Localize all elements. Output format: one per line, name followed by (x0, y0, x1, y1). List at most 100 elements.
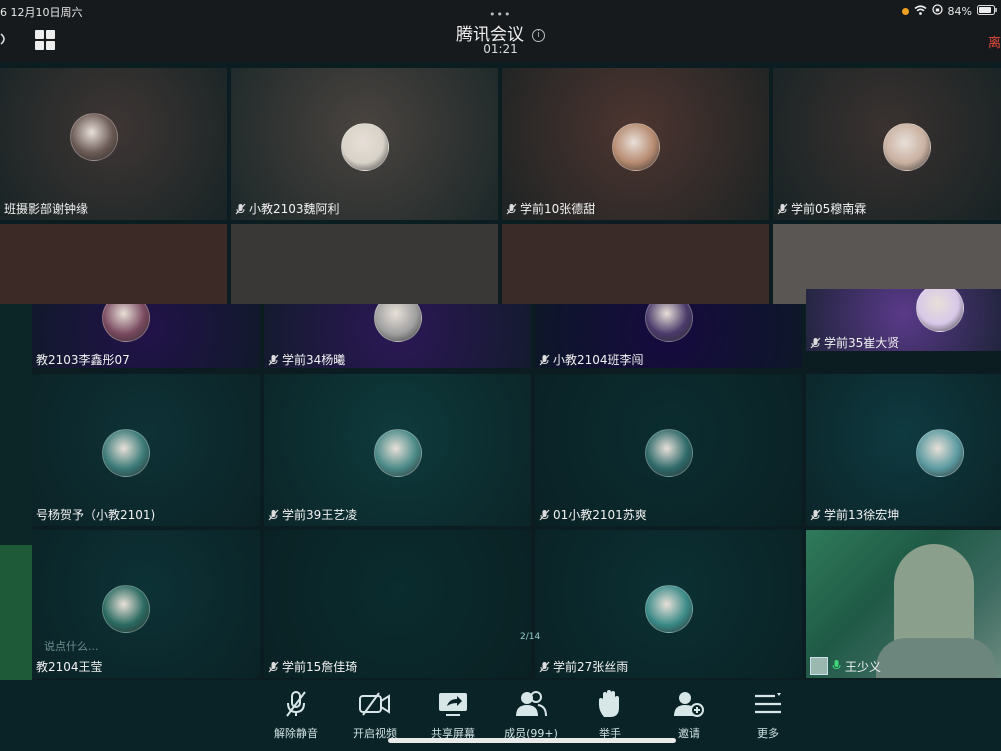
video-tile[interactable]: 学前15詹佳琦 (264, 530, 531, 678)
mic-muted-icon (810, 509, 821, 521)
video-tile[interactable]: 01小教2101苏爽 (535, 374, 802, 526)
chat-input-hint[interactable]: 说点什么... (44, 638, 99, 654)
participant-name-label: 学前15詹佳琦 (282, 660, 358, 674)
participant-body (876, 638, 996, 678)
self-avatar-icon (810, 657, 828, 675)
video-tile-partial (231, 224, 498, 304)
video-tile[interactable]: 教2104王莹 (32, 530, 260, 678)
participant-name: 学前15詹佳琦 (268, 658, 357, 675)
more-label: 更多 (757, 727, 779, 740)
video-tile[interactable]: 班摄影部谢钟缘 (0, 68, 227, 220)
participant-avatar (612, 123, 660, 171)
mic-muted-icon (777, 203, 788, 215)
participant-name: 教2103李鑫彤07 (36, 351, 130, 368)
participant-name-label: 王少义 (845, 659, 882, 674)
participant-name: 小教2104班李闯 (539, 351, 644, 368)
members-button[interactable]: 成员(99+) (496, 688, 566, 741)
more-button[interactable]: 更多 (733, 688, 803, 741)
participant-name-label: 教2104王莹 (36, 660, 103, 674)
battery-label: 84% (947, 4, 972, 18)
leave-button[interactable]: 离 (988, 32, 1001, 51)
participant-name-label: 01小教2101苏爽 (553, 508, 647, 522)
mic-muted-icon (268, 509, 279, 521)
invite-icon (654, 688, 724, 720)
raise-hand-button[interactable]: 举手 (575, 688, 645, 741)
invite-button[interactable]: 邀请 (654, 688, 724, 741)
more-icon (733, 688, 803, 720)
participant-name-label: 学前10张德甜 (520, 202, 596, 216)
mic-muted-icon (539, 354, 550, 366)
participant-avatar (70, 113, 118, 161)
participant-avatar (916, 429, 964, 477)
meeting-header: ••• 腾讯会议 i 01:21 离 (0, 8, 1001, 62)
participant-avatar (883, 123, 931, 171)
video-tile[interactable]: 学前35崔大贤 (806, 289, 1001, 351)
home-indicator[interactable] (388, 738, 676, 743)
start-video-button[interactable]: 开启视频 (340, 688, 410, 741)
video-tile[interactable]: 学前10张德甜 (502, 68, 769, 220)
participant-name-label: 学前05穆南霖 (791, 202, 867, 216)
participant-name-label: 学前34杨曦 (282, 353, 346, 367)
mic-on-icon (831, 659, 842, 674)
recording-dot-icon (901, 7, 909, 15)
participant-name-label: 学前13徐宏坤 (824, 508, 900, 522)
participant-name-label: 学前39王艺凌 (282, 508, 358, 522)
video-tile[interactable]: 号杨贺予（小教2101) (32, 374, 260, 526)
participant-name-label: 学前27张丝雨 (553, 660, 629, 674)
participant-name: 学前27张丝雨 (539, 658, 628, 675)
participant-name: 学前39王艺凌 (268, 506, 357, 523)
orientation-lock-icon (931, 4, 943, 18)
participant-video (894, 544, 974, 649)
status-date: 6 12月10日周六 (0, 6, 83, 19)
mic-muted-icon (539, 661, 550, 673)
info-icon[interactable]: i (532, 28, 545, 42)
status-right: 84% (901, 4, 997, 18)
participant-name-label: 教2103李鑫彤07 (36, 353, 130, 367)
video-tile[interactable]: 小教2103魏阿利 (231, 68, 498, 220)
participant-avatar (645, 585, 693, 633)
video-tile[interactable]: 小教2104班李闯 (535, 304, 802, 368)
video-tile[interactable]: 学前34杨曦 (264, 304, 531, 368)
video-tile[interactable]: 学前05穆南霖 (773, 68, 1001, 220)
share-screen-icon (418, 688, 488, 720)
participant-name: 学前05穆南霖 (777, 200, 866, 217)
participant-avatar (341, 123, 389, 171)
mic-muted-icon (268, 661, 279, 673)
participant-name: 01小教2101苏爽 (539, 506, 647, 523)
raise-hand-icon (575, 688, 645, 720)
unmute-label: 解除静音 (274, 727, 318, 740)
members-icon (496, 688, 566, 720)
video-tile-partial (0, 224, 227, 304)
page-indicator: 2/14 (520, 632, 541, 642)
participant-avatar (102, 429, 150, 477)
participant-name-label: 班摄影部谢钟缘 (4, 202, 89, 216)
mic-off-icon (261, 688, 331, 720)
battery-icon (977, 4, 997, 18)
participant-avatar (645, 304, 693, 342)
participant-name-label: 号杨贺予（小教2101) (36, 508, 156, 522)
participant-name: 号杨贺予（小教2101) (36, 506, 155, 523)
participant-name-label: 小教2103魏阿利 (249, 202, 340, 216)
invite-label: 邀请 (678, 727, 700, 740)
unmute-button[interactable]: 解除静音 (261, 688, 331, 741)
share-screen-button[interactable]: 共享屏幕 (418, 688, 488, 741)
mic-muted-icon (235, 203, 246, 215)
video-tile[interactable]: 教2103李鑫彤07 (32, 304, 260, 368)
participant-name: 班摄影部谢钟缘 (4, 200, 88, 217)
wifi-icon (914, 4, 927, 18)
video-tile[interactable]: 学前27张丝雨 (535, 530, 802, 678)
participant-avatar (916, 289, 964, 332)
participant-name-label: 学前35崔大贤 (824, 336, 900, 350)
participant-avatar (645, 429, 693, 477)
mic-muted-icon (810, 337, 821, 349)
mic-muted-icon (268, 354, 279, 366)
participant-name: 小教2103魏阿利 (235, 200, 340, 217)
video-tile[interactable]: 学前39王艺凌 (264, 374, 531, 526)
participant-name: 学前10张德甜 (506, 200, 595, 217)
video-tile[interactable]: 学前13徐宏坤 (806, 374, 1001, 526)
participant-name-label: 小教2104班李闯 (553, 353, 644, 367)
participant-name: 学前34杨曦 (268, 351, 345, 368)
mic-muted-icon (539, 509, 550, 521)
video-tile[interactable]: 王少义 (806, 530, 1001, 678)
meeting-timer: 01:21 (483, 42, 518, 56)
